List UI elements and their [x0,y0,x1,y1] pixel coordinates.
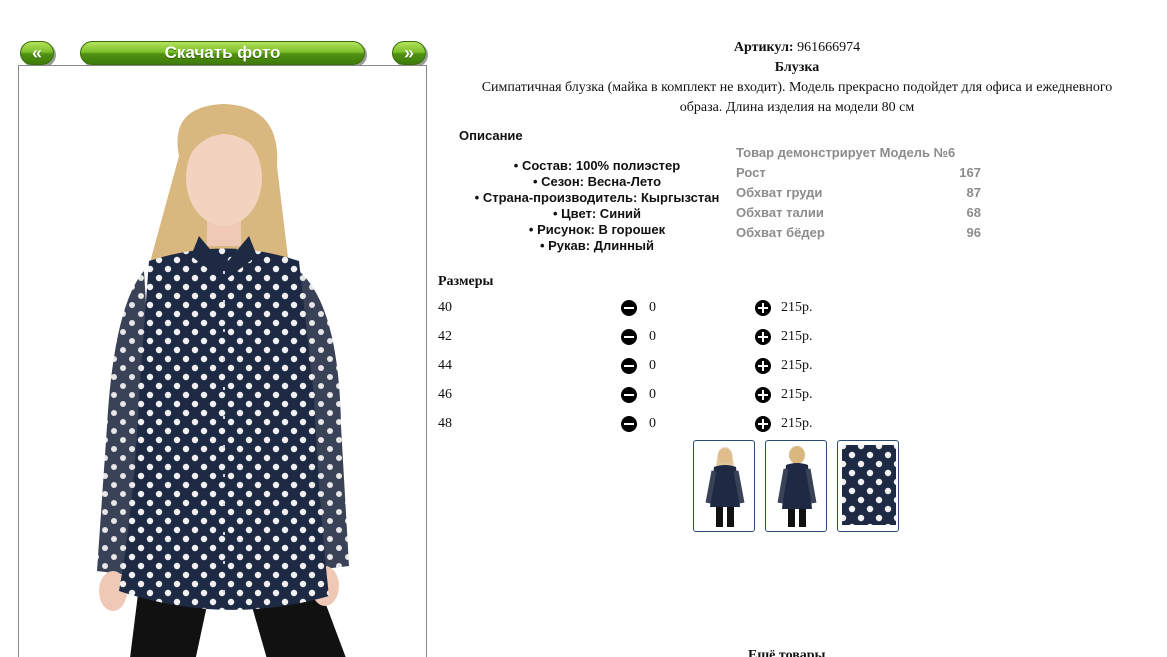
plus-icon[interactable] [755,300,771,316]
minus-icon[interactable] [621,329,637,345]
size-value: 44 [438,358,452,373]
minus-icon[interactable] [621,358,637,374]
thumbnail-fabric[interactable] [837,440,899,532]
price-value: 215р. [781,387,813,402]
size-row: 44 0 215р. [438,356,858,376]
next-photo-button[interactable]: » [392,41,426,65]
prev-photo-button[interactable]: « [20,41,54,65]
minus-icon[interactable] [621,416,637,432]
plus-icon[interactable] [755,387,771,403]
plus-icon[interactable] [755,329,771,345]
product-description-line1: Симпатичная блузка (майка в комплект не … [481,80,1113,95]
sizes-heading: Размеры [438,274,494,289]
description-item: Состав: 100% полиэстер [455,158,739,174]
size-value: 42 [438,329,452,344]
description-item: Цвет: Синий [455,206,739,222]
size-value: 40 [438,300,452,315]
size-value: 48 [438,416,452,431]
more-products-heading: Ещё товары [748,648,826,657]
model-row: Обхват груди 87 [736,185,981,200]
model-title: Товар демонстрирует Модель №6 [736,145,956,160]
product-photo-illustration [97,104,349,657]
quantity-value: 0 [649,416,656,431]
model-row: Обхват бёдер 96 [736,225,981,240]
thumbnail-front-image [705,447,745,527]
description-item: Рукав: Длинный [455,238,739,254]
quantity-value: 0 [649,329,656,344]
minus-icon[interactable] [621,300,637,316]
plus-icon[interactable] [755,358,771,374]
size-row: 46 0 215р. [438,385,858,405]
size-value: 46 [438,387,452,402]
price-value: 215р. [781,416,813,431]
model-measurements: Товар демонстрирует Модель №6 Рост 167 Об… [736,143,981,243]
plus-icon[interactable] [755,416,771,432]
description-item: Страна-производитель: Кыргызстан [455,190,739,206]
article-value: 961666974 [797,40,861,55]
price-value: 215р. [781,300,813,315]
description-item: Сезон: Весна-Лето [455,174,739,190]
price-value: 215р. [781,329,813,344]
quantity-value: 0 [649,387,656,402]
minus-icon[interactable] [621,387,637,403]
product-description-line2: образа. Длина изделия на модели 80 см [679,100,915,115]
description-heading: Описание [459,128,523,143]
thumbnail-back[interactable] [765,440,827,532]
description-item: Рисунок: В горошек [455,222,739,238]
quantity-value: 0 [649,300,656,315]
thumbnail-fabric-image [842,445,896,525]
download-photo-button[interactable]: Скачать фото [80,41,365,65]
product-name: Блузка [774,60,820,75]
article-label: Артикул: [733,40,794,55]
price-value: 215р. [781,358,813,373]
article-line: Артикул: 961666974 [432,38,1162,58]
description-list: Состав: 100% полиэстер Сезон: Весна-Лето… [455,158,739,254]
quantity-value: 0 [649,358,656,373]
size-row: 42 0 215р. [438,327,858,347]
thumbnail-back-image [777,446,817,527]
model-row: Рост 167 [736,165,981,180]
size-row: 48 0 215р. [438,414,858,434]
size-row: 40 0 215р. [438,298,858,318]
product-info: Артикул: 961666974 Блузка Симпатичная бл… [432,38,1162,118]
model-row: Обхват талии 68 [736,205,981,220]
thumbnail-front[interactable] [693,440,755,532]
main-product-photo [18,65,427,657]
